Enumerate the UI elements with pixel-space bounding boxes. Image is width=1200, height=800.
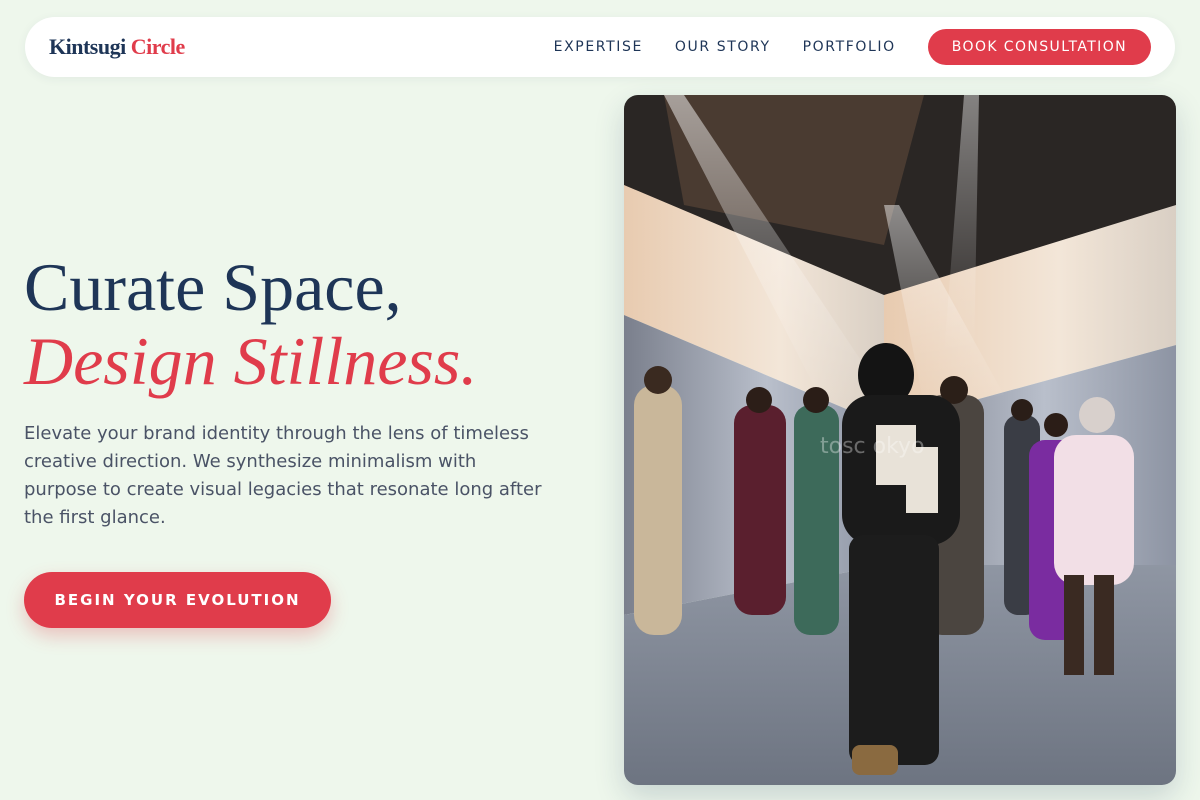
brand-name-part1: Kintsugi — [49, 34, 126, 59]
fashion-showroom-photo: tosc okyo — [624, 95, 1176, 785]
book-consultation-button[interactable]: BOOK CONSULTATION — [927, 29, 1151, 65]
brand-name-part2: Circle — [130, 34, 186, 59]
hero-description: Elevate your brand identity through the … — [24, 423, 542, 528]
nav-link-expertise[interactable]: EXPERTISE — [554, 39, 643, 55]
nav-link-portfolio[interactable]: PORTFOLIO — [803, 39, 896, 55]
nav-link-our-story[interactable]: OUR STORY — [675, 39, 771, 55]
begin-evolution-button[interactable]: BEGIN YOUR EVOLUTION — [24, 572, 331, 628]
hero-photo: tosc okyo — [624, 95, 1176, 785]
brand-logo[interactable]: Kintsugi Circle — [49, 34, 185, 60]
hero-headline: Curate Space, Design Stillness. — [24, 250, 564, 398]
image-watermark: tosc okyo — [820, 434, 925, 459]
top-navbar: Kintsugi Circle EXPERTISE OUR STORY PORT… — [25, 17, 1175, 77]
hero-section: Curate Space, Design Stillness. Elevate … — [24, 250, 564, 532]
headline-line1: Curate Space, — [24, 249, 402, 325]
nav-links: EXPERTISE OUR STORY PORTFOLIO BOOK CONSU… — [554, 29, 1151, 65]
headline-line2: Design Stillness. — [24, 323, 478, 399]
